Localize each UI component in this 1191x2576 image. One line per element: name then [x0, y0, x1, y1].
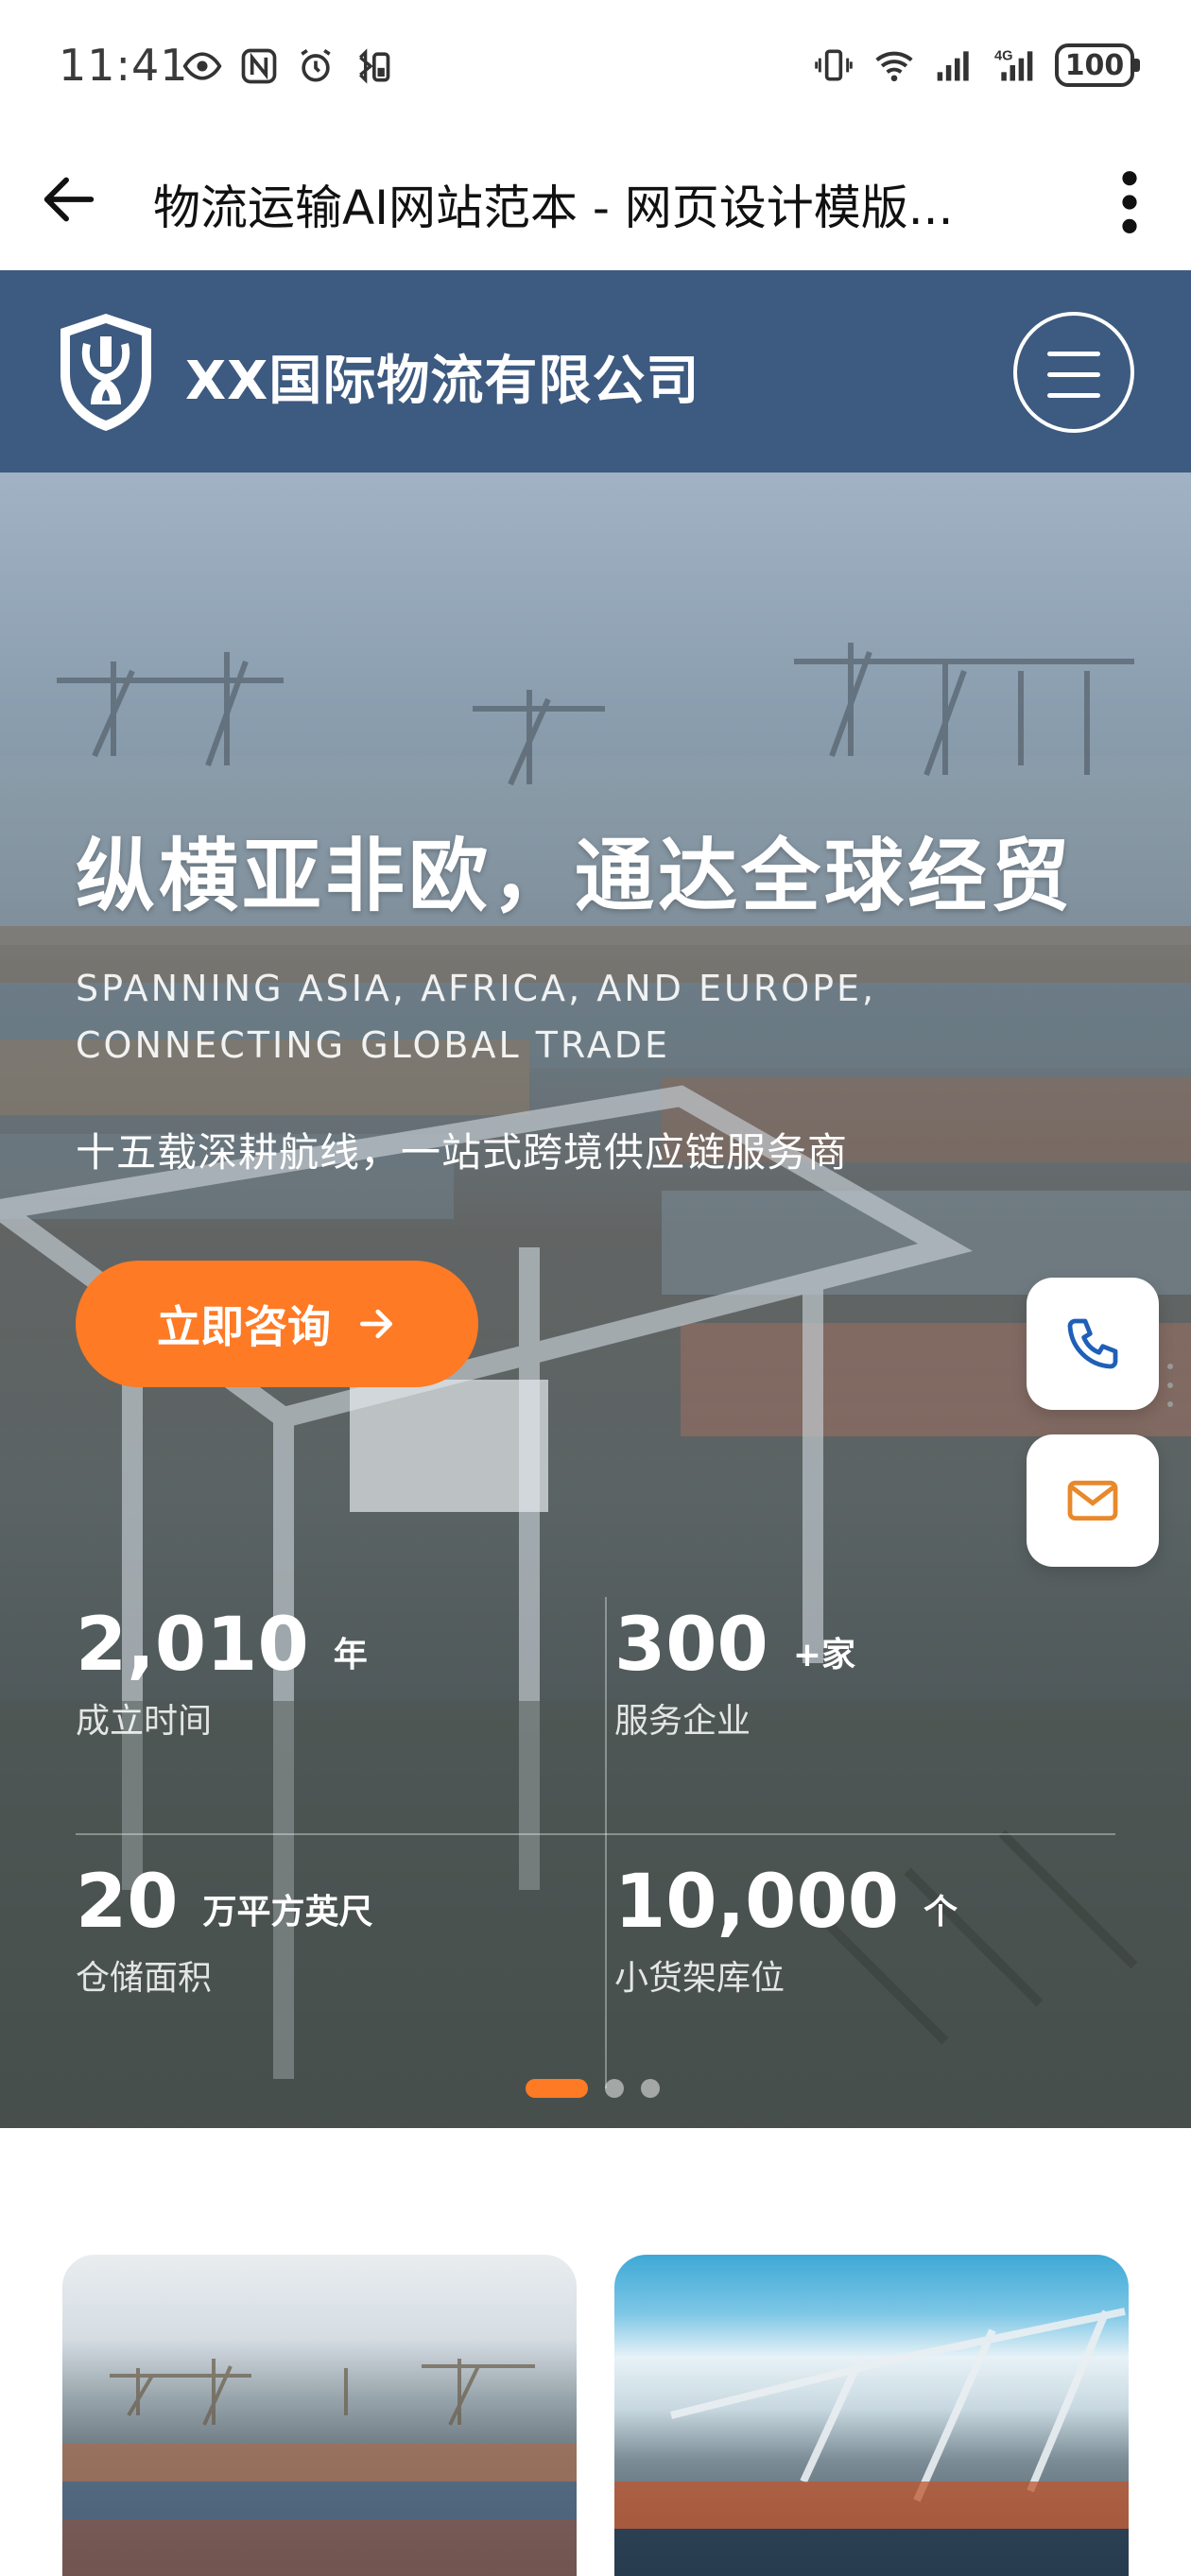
signal-4g-icon: 4G	[994, 49, 1033, 81]
battery-indicator: 100	[1055, 43, 1140, 87]
stat-label: 小货架库位	[614, 1959, 785, 1998]
stat-clients: 300 +家 服务企业	[614, 1603, 855, 1743]
stat-shelf-slots: 10,000 个 小货架库位	[614, 1860, 958, 2000]
stat-warehouse-area: 20 万平方英尺 仓储面积	[76, 1860, 373, 2000]
side-handle-icon[interactable]	[1166, 1361, 1174, 1410]
stat-founded: 2,010 年 成立时间	[76, 1603, 368, 1743]
alarm-icon	[301, 48, 331, 82]
service-card-container-ship[interactable]	[614, 2255, 1129, 2576]
more-vertical-icon[interactable]	[1106, 166, 1153, 238]
eye-icon	[182, 52, 222, 80]
service-card-port-yard[interactable]	[62, 2255, 577, 2576]
arrow-right-icon	[359, 1309, 393, 1339]
wifi-icon	[875, 51, 913, 82]
hero-tagline: 十五载深耕航线，一站式跨境供应链服务商	[76, 1129, 849, 1176]
floating-phone-button[interactable]	[1027, 1278, 1159, 1410]
carousel-dot[interactable]	[605, 2079, 624, 2098]
bluetooth-battery-icon	[358, 48, 390, 84]
signal-icon	[937, 51, 969, 81]
hero-english-subtitle: SPANNING ASIA, AFRICA, AND EUROPE, CONNE…	[76, 960, 926, 1073]
stat-unit: 万平方英尺	[202, 1893, 373, 1932]
stat-unit: 年	[333, 1636, 368, 1674]
status-right-icons: 4G 100	[813, 43, 1140, 87]
stat-value: 20	[76, 1860, 179, 1945]
hero-banner: 纵横亚非欧，通达全球经贸 SPANNING ASIA, AFRICA, AND …	[0, 472, 1191, 2128]
stat-unit: 个	[923, 1893, 958, 1932]
menu-line-icon	[1047, 372, 1100, 377]
status-left-icons	[181, 45, 393, 87]
mail-icon	[1067, 1480, 1118, 1521]
hero-english-line-1: SPANNING ASIA, AFRICA, AND EUROPE,	[76, 968, 877, 1009]
stat-unit: +家	[792, 1636, 855, 1674]
stat-label: 仓储面积	[76, 1959, 213, 1998]
site-header: XX国际物流有限公司	[0, 270, 1191, 472]
battery-level: 100	[1064, 48, 1125, 82]
stats-divider-vertical	[605, 1597, 607, 2088]
vibrate-icon	[815, 49, 853, 81]
company-logo-shield-icon[interactable]	[53, 310, 159, 435]
phone-icon	[1067, 1318, 1118, 1369]
back-arrow-icon[interactable]	[36, 166, 102, 232]
stat-value: 300	[614, 1603, 768, 1688]
container-ship-image	[614, 2308, 1129, 2576]
port-yard-image	[62, 2359, 577, 2576]
consult-now-button[interactable]: 立即咨询	[76, 1261, 478, 1387]
services-cards-section	[0, 2128, 1191, 2576]
carousel-dot-active[interactable]	[526, 2079, 588, 2098]
hero-english-line-2: CONNECTING GLOBAL TRADE	[76, 1024, 671, 1066]
stat-label: 成立时间	[76, 1702, 213, 1741]
consult-now-label: 立即咨询	[157, 1301, 331, 1352]
stat-value: 10,000	[614, 1860, 899, 1945]
browser-toolbar: 物流运输AI网站范本 - 网页设计模版...	[0, 132, 1191, 270]
nfc-icon	[241, 48, 277, 84]
carousel-dot[interactable]	[641, 2079, 660, 2098]
stats-divider-horizontal	[76, 1833, 1115, 1835]
carousel-indicator	[526, 2079, 660, 2098]
hero-title: 纵横亚非欧，通达全球经贸	[76, 830, 1075, 922]
menu-line-icon	[1047, 393, 1100, 398]
page-title: 物流运输AI网站范本 - 网页设计模版...	[153, 180, 954, 235]
svg-text:4G: 4G	[994, 49, 1013, 64]
menu-line-icon	[1047, 352, 1100, 356]
floating-mail-button[interactable]	[1027, 1434, 1159, 1567]
status-bar: 11:41 4G 100	[0, 0, 1191, 132]
stat-value: 2,010	[76, 1603, 309, 1688]
hamburger-menu-button[interactable]	[1013, 312, 1134, 433]
company-name[interactable]: XX国际物流有限公司	[185, 338, 699, 415]
stat-label: 服务企业	[614, 1702, 751, 1741]
status-time: 11:41	[59, 40, 189, 91]
